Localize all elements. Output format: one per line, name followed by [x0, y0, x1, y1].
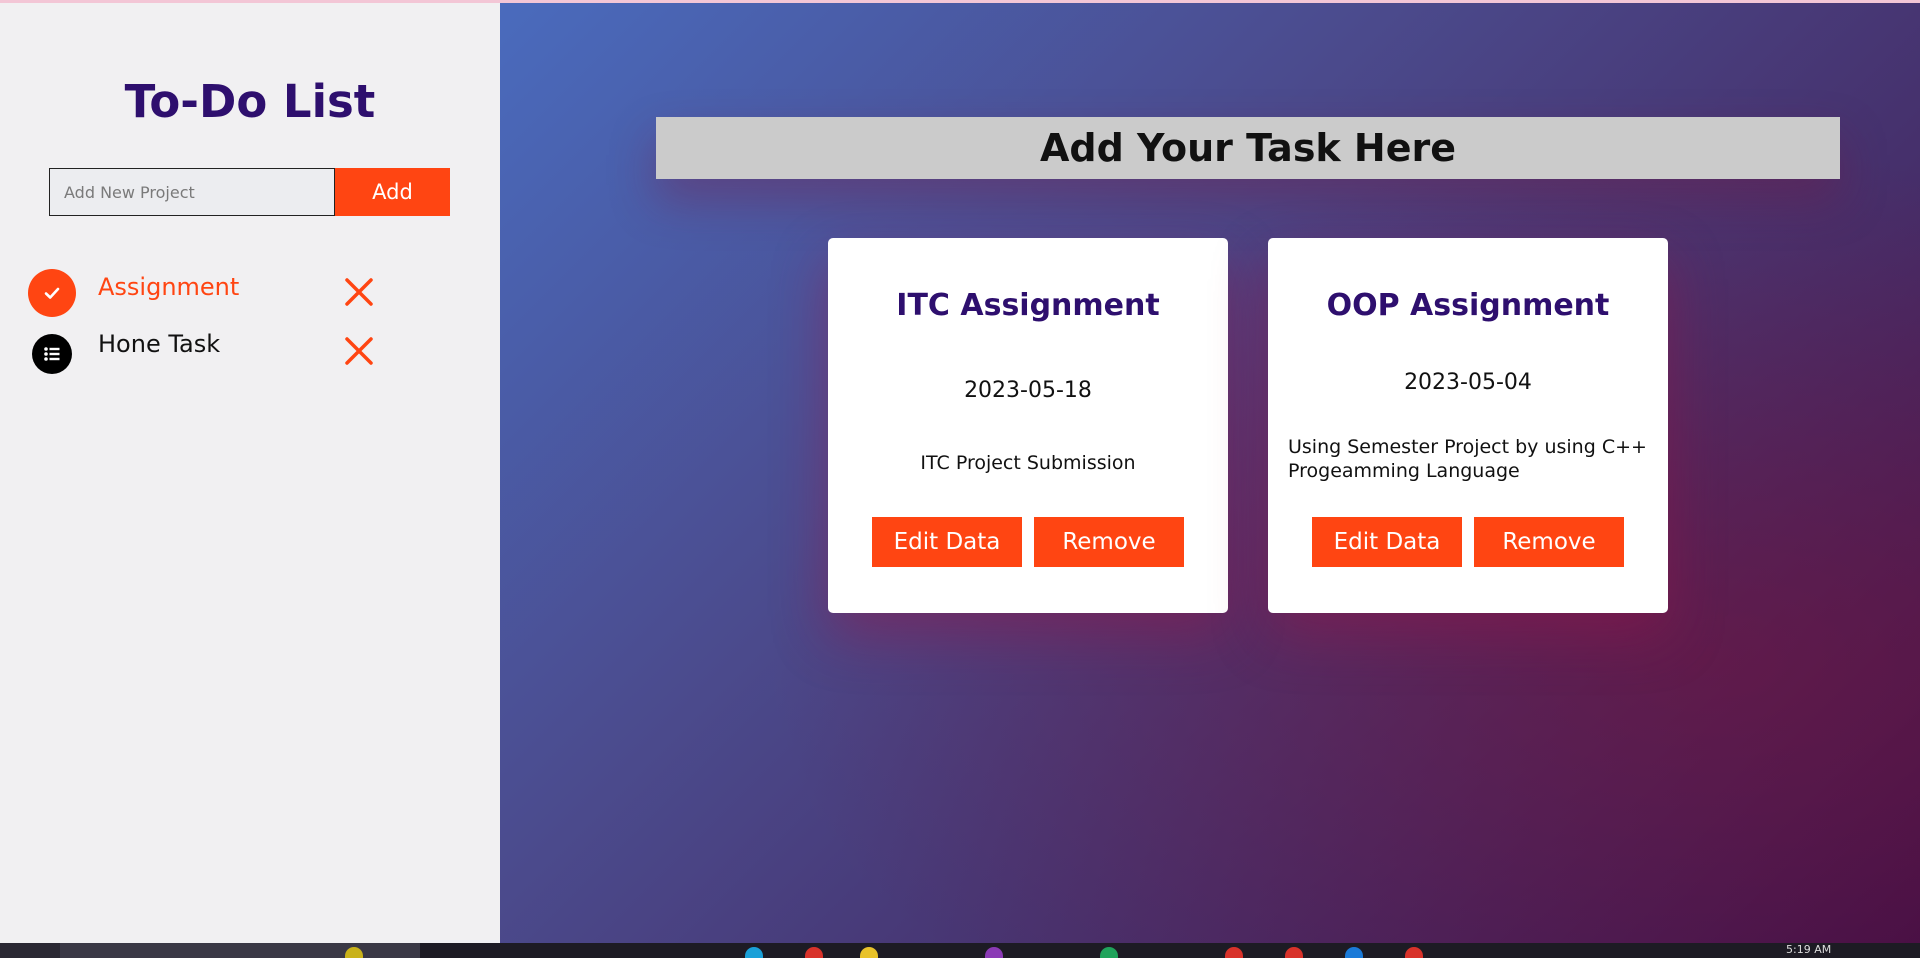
- project-item-assignment[interactable]: Assignment: [28, 269, 388, 319]
- task-date: 2023-05-18: [964, 378, 1092, 403]
- delete-project-icon[interactable]: [342, 334, 376, 368]
- main-area: Add Your Task Here ITC Assignment 2023-0…: [500, 3, 1920, 943]
- task-title: ITC Assignment: [896, 288, 1160, 323]
- start-button[interactable]: [0, 943, 60, 958]
- edit-task-button[interactable]: Edit Data: [1312, 517, 1462, 567]
- remove-task-button[interactable]: Remove: [1474, 517, 1624, 567]
- weather-icon[interactable]: [345, 947, 363, 958]
- app-icon[interactable]: [805, 947, 823, 958]
- os-taskbar: 5:19 AM: [0, 943, 1920, 958]
- app-icon[interactable]: [745, 947, 763, 958]
- app-icon[interactable]: [1225, 947, 1243, 958]
- sidebar: To-Do List Add Assignment Hone: [0, 3, 500, 943]
- app-title: To-Do List: [124, 75, 376, 128]
- task-date: 2023-05-04: [1404, 370, 1532, 395]
- check-icon: [28, 269, 76, 317]
- task-description: Using Semester Project by using C++ Prog…: [1288, 436, 1647, 482]
- project-label: Hone Task: [98, 330, 221, 358]
- app-icon[interactable]: [1100, 947, 1118, 958]
- task-banner: Add Your Task Here: [656, 117, 1840, 179]
- task-card: ITC Assignment 2023-05-18 ITC Project Su…: [828, 238, 1228, 613]
- new-project-input[interactable]: [49, 168, 335, 216]
- remove-task-button[interactable]: Remove: [1034, 517, 1184, 567]
- delete-project-icon[interactable]: [342, 275, 376, 309]
- taskbar-search[interactable]: [60, 943, 420, 958]
- app-icon[interactable]: [1405, 947, 1423, 958]
- list-icon: [32, 334, 72, 374]
- folder-icon[interactable]: [860, 947, 878, 958]
- task-card: OOP Assignment 2023-05-04 Using Semester…: [1268, 238, 1668, 613]
- browser-icon[interactable]: [1285, 947, 1303, 958]
- edit-task-button[interactable]: Edit Data: [872, 517, 1022, 567]
- add-project-button[interactable]: Add: [335, 168, 450, 216]
- project-item-hone-task[interactable]: Hone Task: [28, 328, 388, 378]
- task-title: OOP Assignment: [1326, 288, 1610, 323]
- app-icon[interactable]: [1345, 947, 1363, 958]
- taskbar-clock: 5:19 AM: [1786, 943, 1832, 956]
- project-label: Assignment: [98, 273, 240, 301]
- app-icon[interactable]: [985, 947, 1003, 958]
- task-description: ITC Project Submission: [920, 452, 1136, 474]
